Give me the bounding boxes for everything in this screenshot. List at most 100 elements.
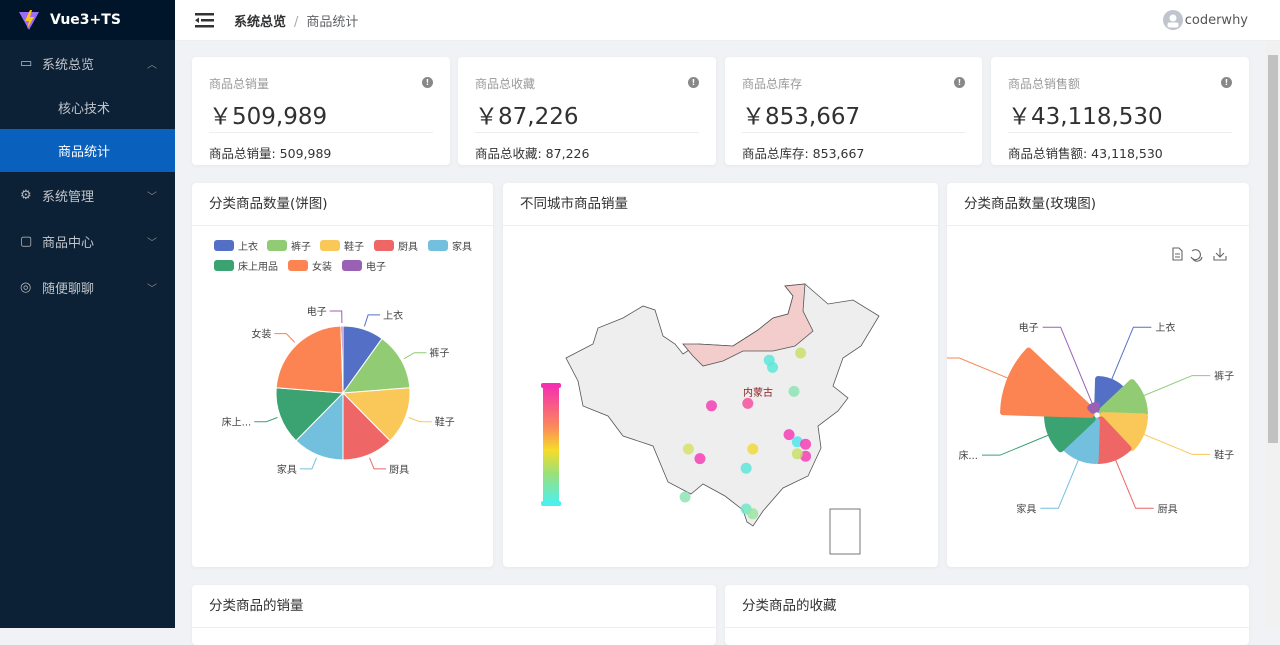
slice-label[interactable]: 裤子 bbox=[1214, 370, 1234, 383]
map-chart-card: 不同城市商品销量 60000 内蒙古 bbox=[503, 183, 938, 567]
pie-slice[interactable] bbox=[275, 325, 344, 394]
slice-label[interactable]: 上衣 bbox=[383, 309, 403, 322]
fold-menu-icon[interactable] bbox=[195, 12, 214, 28]
slice-label[interactable]: 电子 bbox=[1019, 321, 1039, 334]
breadcrumb-separator: / bbox=[294, 14, 299, 30]
city-point bbox=[747, 443, 759, 455]
label-line bbox=[1040, 457, 1080, 509]
rose-chart[interactable]: 上衣裤子鞋子厨具家具床...女装电子 bbox=[917, 226, 1249, 566]
scrollbar-thumb[interactable] bbox=[1268, 55, 1278, 443]
rose-slice[interactable] bbox=[1000, 347, 1096, 418]
data-view-icon[interactable] bbox=[1172, 247, 1183, 261]
label-line bbox=[369, 457, 387, 470]
rose-chart-card: 分类商品数量(玫瑰图) 上衣裤子鞋子厨具家具床...女装电子 bbox=[917, 183, 1249, 567]
stat-title: 商品总收藏 bbox=[475, 77, 536, 91]
slice-label[interactable]: 上衣 bbox=[1155, 321, 1175, 334]
legend-label[interactable]: 裤子 bbox=[291, 240, 311, 253]
submenu-core-tech[interactable]: 核心技术 bbox=[0, 86, 175, 129]
legend-label[interactable]: 家具 bbox=[452, 240, 472, 253]
china-map[interactable] bbox=[565, 283, 880, 527]
info-icon[interactable]: ! bbox=[954, 77, 965, 88]
legend-item[interactable]: 厨具 bbox=[374, 240, 418, 253]
user-menu[interactable]: coderwhy bbox=[1162, 10, 1248, 30]
info-icon[interactable]: ! bbox=[1221, 77, 1232, 88]
chevron-down-icon: ﹀ bbox=[147, 283, 157, 295]
slice-label[interactable]: 鞋子 bbox=[435, 416, 455, 429]
label-line bbox=[299, 457, 317, 470]
slice-label[interactable]: 裤子 bbox=[429, 347, 449, 360]
chevron-down-icon: ﹀ bbox=[147, 237, 157, 249]
menu-system-overview[interactable]: ▭ 系统总览 ︿ bbox=[0, 40, 175, 86]
app-title: Vue3+TS bbox=[50, 12, 121, 28]
legend-item[interactable]: 电子 bbox=[342, 260, 386, 273]
download-icon[interactable] bbox=[1213, 248, 1227, 261]
legend-swatch[interactable] bbox=[267, 240, 287, 251]
slice-label[interactable]: 鞋子 bbox=[1214, 448, 1234, 461]
menu-chat[interactable]: ◎ 随便聊聊 ﹀ bbox=[0, 264, 175, 310]
south-sea-inset bbox=[829, 508, 861, 555]
chevron-up-icon: ︿ bbox=[147, 59, 157, 71]
legend-item[interactable]: 上衣 bbox=[214, 240, 258, 253]
slice-label[interactable]: 床... bbox=[958, 449, 978, 462]
pie-chart-card: 分类商品数量(饼图) 上衣 裤子 鞋子 厨具 家具 床上用品 女装 电子 上衣 裤子 鞋子 厨具 家具床… bbox=[192, 183, 493, 567]
legend-label[interactable]: 厨具 bbox=[398, 241, 418, 253]
legend-item[interactable]: 床上用品 bbox=[214, 260, 278, 273]
visual-map-handle-top[interactable] bbox=[541, 383, 561, 388]
chevron-down-icon: ﹀ bbox=[147, 191, 157, 203]
slice-label[interactable]: 床上... bbox=[222, 416, 252, 429]
legend-item[interactable]: 鞋子 bbox=[320, 240, 364, 253]
menu-label: 系统总览 bbox=[42, 57, 95, 73]
stat-value: ￥43,118,530 bbox=[1008, 104, 1163, 130]
legend-swatch[interactable] bbox=[428, 240, 448, 251]
chart-title: 分类商品数量(玫瑰图) bbox=[947, 183, 1249, 226]
scrollbar[interactable] bbox=[1266, 41, 1280, 628]
legend-label[interactable]: 上衣 bbox=[238, 240, 258, 253]
stat-footer: 商品总库存: 853,667 bbox=[742, 146, 865, 161]
visual-map-handle-bottom[interactable] bbox=[541, 501, 561, 506]
legend-swatch[interactable] bbox=[214, 240, 234, 251]
pie-chart[interactable]: 上衣 裤子 鞋子 厨具 家具床上用品 女装 电子上衣裤子鞋子厨具家具床上...女装电子 bbox=[192, 226, 493, 566]
slice-label[interactable]: 厨具 bbox=[389, 464, 409, 476]
city-point bbox=[679, 491, 691, 503]
slice-label[interactable]: 厨具 bbox=[1158, 503, 1178, 515]
label-line bbox=[1141, 432, 1211, 455]
slice-label[interactable]: 家具 bbox=[277, 463, 297, 476]
stat-value: ￥853,667 bbox=[742, 104, 861, 130]
legend-swatch[interactable] bbox=[288, 260, 308, 271]
slice-label[interactable]: 女装 bbox=[251, 328, 271, 341]
stat-card-revenue: 商品总销售额! ￥43,118,530 商品总销售额: 43,118,530 bbox=[991, 57, 1249, 165]
legend-item[interactable]: 家具 bbox=[428, 240, 472, 253]
chart-title: 不同城市商品销量 bbox=[503, 183, 938, 226]
refresh-icon[interactable] bbox=[1190, 249, 1203, 262]
submenu-goods-stats[interactable]: 商品统计 bbox=[0, 129, 175, 172]
label-line bbox=[941, 357, 1011, 380]
vite-logo-icon bbox=[19, 10, 39, 30]
legend-swatch[interactable] bbox=[214, 260, 234, 271]
menu-system-management[interactable]: ⚙ 系统管理 ﹀ bbox=[0, 172, 175, 218]
rose-slice[interactable] bbox=[1087, 402, 1100, 414]
info-icon[interactable]: ! bbox=[422, 77, 433, 88]
label-line bbox=[254, 417, 278, 423]
visual-map-bar[interactable] bbox=[543, 386, 559, 503]
slice-label[interactable]: 家具 bbox=[1016, 502, 1036, 515]
divider bbox=[742, 132, 965, 133]
legend-swatch[interactable] bbox=[374, 240, 394, 251]
legend-item[interactable]: 女装 bbox=[288, 260, 332, 273]
legend-label[interactable]: 女装 bbox=[312, 260, 332, 273]
sidebar: Vue3+TS ▭ 系统总览 ︿ 核心技术 商品统计 ⚙ 系统管理 ﹀ ▢ 商品中心 ﹀ ◎… bbox=[0, 0, 175, 628]
menu-goods-center[interactable]: ▢ 商品中心 ﹀ bbox=[0, 218, 175, 264]
legend-label[interactable]: 鞋子 bbox=[344, 240, 364, 253]
divider bbox=[209, 132, 433, 133]
info-icon[interactable]: ! bbox=[688, 77, 699, 88]
legend-swatch[interactable] bbox=[320, 240, 340, 251]
stat-value: ￥87,226 bbox=[475, 104, 579, 130]
favorites-bar-card: 分类商品的收藏 bbox=[725, 585, 1249, 645]
legend-swatch[interactable] bbox=[342, 260, 362, 271]
legend-label[interactable]: 电子 bbox=[366, 260, 386, 273]
legend-label[interactable]: 床上用品 bbox=[238, 260, 278, 273]
breadcrumb-item[interactable]: 系统总览 bbox=[234, 15, 286, 30]
china-map-chart[interactable]: 60000 内蒙古 bbox=[503, 226, 938, 566]
app-logo[interactable]: Vue3+TS bbox=[0, 0, 175, 40]
slice-label[interactable]: 电子 bbox=[307, 305, 327, 318]
legend-item[interactable]: 裤子 bbox=[267, 240, 311, 253]
